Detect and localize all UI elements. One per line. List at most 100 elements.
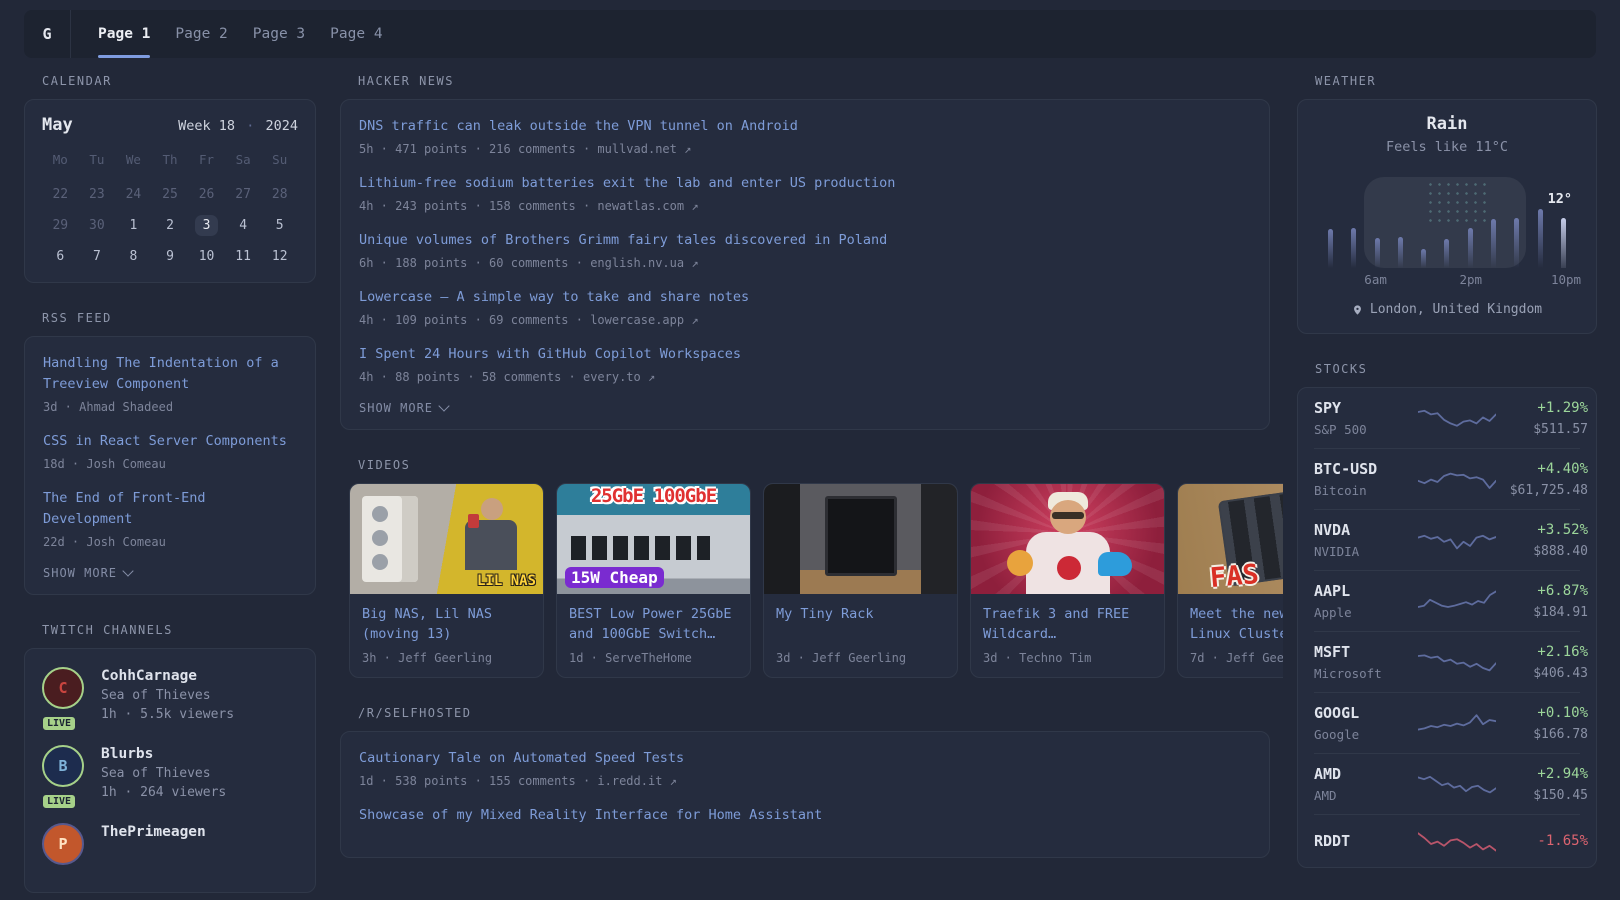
rss-section-label: RSS FEED bbox=[24, 311, 316, 325]
stock-row[interactable]: SPYS&P 500+1.29%$511.57 bbox=[1314, 388, 1580, 448]
tab-page-1[interactable]: Page 1 bbox=[98, 10, 150, 58]
calendar-month: May bbox=[42, 115, 73, 135]
thumb-art-box bbox=[825, 496, 897, 576]
video-title[interactable]: Big NAS, Lil NAS (moving 13) bbox=[362, 604, 531, 644]
rss-item: CSS in React Server Components18d · Josh… bbox=[43, 431, 297, 471]
videos-row[interactable]: LIL NAS Big NAS, Lil NAS (moving 13) 3h · … bbox=[349, 483, 1283, 678]
rss-item-meta: 22d · Josh Comeau bbox=[43, 535, 297, 549]
show-more-button[interactable]: SHOW MORE bbox=[359, 401, 1251, 415]
stock-symbol: AAPL bbox=[1314, 582, 1418, 601]
tab-page-4[interactable]: Page 4 bbox=[330, 10, 382, 58]
app-logo[interactable]: G bbox=[24, 10, 71, 58]
video-title[interactable]: BEST Low Power 25GbE and 100GbE Switch… bbox=[569, 604, 738, 644]
show-more-button[interactable]: SHOW MORE bbox=[43, 566, 297, 580]
hackernews-item-title[interactable]: Lowercase – A simple way to take and sha… bbox=[359, 287, 1251, 308]
stock-symbol-block: BTC-USD Bitcoin bbox=[1314, 460, 1418, 498]
hackernews-item-title[interactable]: Lithium-free sodium batteries exit the l… bbox=[359, 173, 1251, 194]
thumb-art-fan bbox=[372, 506, 388, 522]
video-title[interactable]: My Tiny Rack bbox=[776, 604, 945, 644]
video-title[interactable]: Traefik 3 and FREE Wildcard… bbox=[983, 604, 1152, 644]
stock-sparkline bbox=[1418, 464, 1496, 494]
videos-section-label: VIDEOS bbox=[340, 458, 1270, 472]
top-navigation: G Page 1 Page 2 Page 3 Page 4 bbox=[24, 10, 1596, 58]
video-meta: 3h · Jeff Geerling bbox=[362, 651, 531, 665]
twitch-channel-name[interactable]: Blurbs bbox=[101, 745, 226, 764]
hackernews-item: DNS traffic can leak outside the VPN tun… bbox=[359, 116, 1251, 156]
video-title[interactable]: Meet the newest Linux Cluster bbox=[1190, 604, 1283, 644]
tab-page-3[interactable]: Page 3 bbox=[253, 10, 305, 58]
stock-name: NVIDIA bbox=[1314, 544, 1418, 559]
stock-price: $406.43 bbox=[1496, 666, 1588, 681]
weather-bar bbox=[1375, 238, 1380, 268]
video-thumbnail[interactable] bbox=[971, 484, 1164, 594]
stock-values-block: +3.52%$888.40 bbox=[1496, 521, 1588, 559]
rss-item: The End of Front-End Development 22d · Jo… bbox=[43, 488, 297, 549]
tab-page-2[interactable]: Page 2 bbox=[175, 10, 227, 58]
twitch-channel-row[interactable]: CLIVECohhCarnageSea of Thieves1h · 5.5k … bbox=[42, 667, 298, 724]
calendar-section: CALENDAR May Week 18 · 2024 MoTuWeThFrSa… bbox=[24, 74, 316, 283]
twitch-channel-name[interactable]: ThePrimeagen bbox=[101, 823, 206, 842]
video-thumbnail[interactable]: LIL NAS bbox=[350, 484, 543, 594]
twitch-channel-name[interactable]: CohhCarnage bbox=[101, 667, 234, 686]
stock-values-block: -1.65% bbox=[1496, 832, 1588, 851]
chevron-down-icon bbox=[438, 400, 449, 411]
selfhosted-item: Showcase of my Mixed Reality Interface f… bbox=[359, 805, 1251, 826]
live-badge: LIVE bbox=[41, 715, 77, 732]
calendar-card: May Week 18 · 2024 MoTuWeThFrSaSu2223242… bbox=[24, 99, 316, 283]
rss-item-title[interactable]: Handling The Indentation of a Treeview C… bbox=[43, 353, 297, 395]
weather-tick-label: 10pm bbox=[1551, 272, 1581, 287]
twitch-channel-row[interactable]: BLIVEBlurbsSea of Thieves1h · 264 viewer… bbox=[42, 745, 298, 802]
hackernews-item-title[interactable]: DNS traffic can leak outside the VPN tun… bbox=[359, 116, 1251, 137]
weather-location-row[interactable]: London, United Kingdom bbox=[1314, 302, 1580, 317]
selfhosted-item-title[interactable]: Cautionary Tale on Automated Speed Tests bbox=[359, 748, 1251, 769]
stock-row[interactable]: AAPLApple+6.87%$184.91 bbox=[1314, 570, 1580, 631]
videos-section: VIDEOS LIL NAS Big NAS, Lil NAS (moving 1… bbox=[340, 458, 1270, 678]
stock-row[interactable]: AMDAMD+2.94%$150.45 bbox=[1314, 753, 1580, 814]
stock-symbol: MSFT bbox=[1314, 643, 1418, 662]
stock-name: Bitcoin bbox=[1314, 483, 1418, 498]
calendar-day: 24 bbox=[115, 179, 152, 210]
weather-condition: Rain bbox=[1314, 114, 1580, 134]
show-more-label: SHOW MORE bbox=[359, 401, 433, 415]
calendar-day: 7 bbox=[79, 241, 116, 272]
hackernews-item-title[interactable]: I Spent 24 Hours with GitHub Copilot Wor… bbox=[359, 344, 1251, 365]
video-thumbnail[interactable]: 25GbE 100GbE15W Cheap bbox=[557, 484, 750, 594]
hackernews-item-meta: 6h · 188 points · 60 comments · english.… bbox=[359, 256, 1251, 270]
hackernews-item-meta: 4h · 109 points · 69 comments · lowercas… bbox=[359, 313, 1251, 327]
weather-bar bbox=[1491, 219, 1496, 268]
rss-item-title[interactable]: The End of Front-End Development bbox=[43, 488, 297, 530]
twitch-channel-info: ThePrimeagen bbox=[101, 823, 206, 865]
thumb-art-side-l bbox=[764, 484, 800, 594]
stock-row[interactable]: BTC-USDBitcoin+4.40%$61,725.48 bbox=[1314, 448, 1580, 509]
thumb-art-side-r bbox=[921, 484, 957, 594]
selfhosted-item-meta: 1d · 538 points · 155 comments · i.redd.… bbox=[359, 774, 1251, 788]
rss-item-title[interactable]: CSS in React Server Components bbox=[43, 431, 297, 452]
stock-row[interactable]: GOOGLGoogle+0.10%$166.78 bbox=[1314, 692, 1580, 753]
calendar-day: 6 bbox=[42, 241, 79, 272]
calendar-day: 10 bbox=[188, 241, 225, 272]
stock-change: +2.16% bbox=[1496, 643, 1588, 662]
stock-symbol-block: GOOGLGoogle bbox=[1314, 704, 1418, 742]
stock-row[interactable]: NVDANVIDIA+3.52%$888.40 bbox=[1314, 509, 1580, 570]
live-badge: LIVE bbox=[41, 793, 77, 810]
stock-values-block: +1.29%$511.57 bbox=[1496, 399, 1588, 437]
stock-row[interactable]: RDDT-1.65% bbox=[1314, 814, 1580, 867]
twitch-channel-row[interactable]: PThePrimeagen bbox=[42, 823, 298, 865]
stock-symbol-block: AMDAMD bbox=[1314, 765, 1418, 803]
stock-symbol: BTC-USD bbox=[1314, 460, 1418, 479]
twitch-channel-meta: 1h · 5.5k viewers bbox=[101, 705, 234, 724]
stock-name: S&P 500 bbox=[1314, 422, 1418, 437]
thumb-art-glasses bbox=[1052, 512, 1084, 519]
stock-row[interactable]: MSFTMicrosoft+2.16%$406.43 bbox=[1314, 631, 1580, 692]
location-pin-icon bbox=[1352, 303, 1363, 317]
weather-bar bbox=[1514, 218, 1519, 268]
selfhosted-item-title[interactable]: Showcase of my Mixed Reality Interface f… bbox=[359, 805, 1251, 826]
video-thumbnail[interactable] bbox=[764, 484, 957, 594]
video-thumbnail[interactable]: FAS bbox=[1178, 484, 1283, 594]
stock-sparkline bbox=[1418, 586, 1496, 616]
hackernews-item-title[interactable]: Unique volumes of Brothers Grimm fairy t… bbox=[359, 230, 1251, 251]
stock-name: AMD bbox=[1314, 788, 1418, 803]
calendar-weekday: Su bbox=[261, 152, 298, 179]
stock-price: $150.45 bbox=[1496, 788, 1588, 803]
stock-name: Apple bbox=[1314, 605, 1418, 620]
